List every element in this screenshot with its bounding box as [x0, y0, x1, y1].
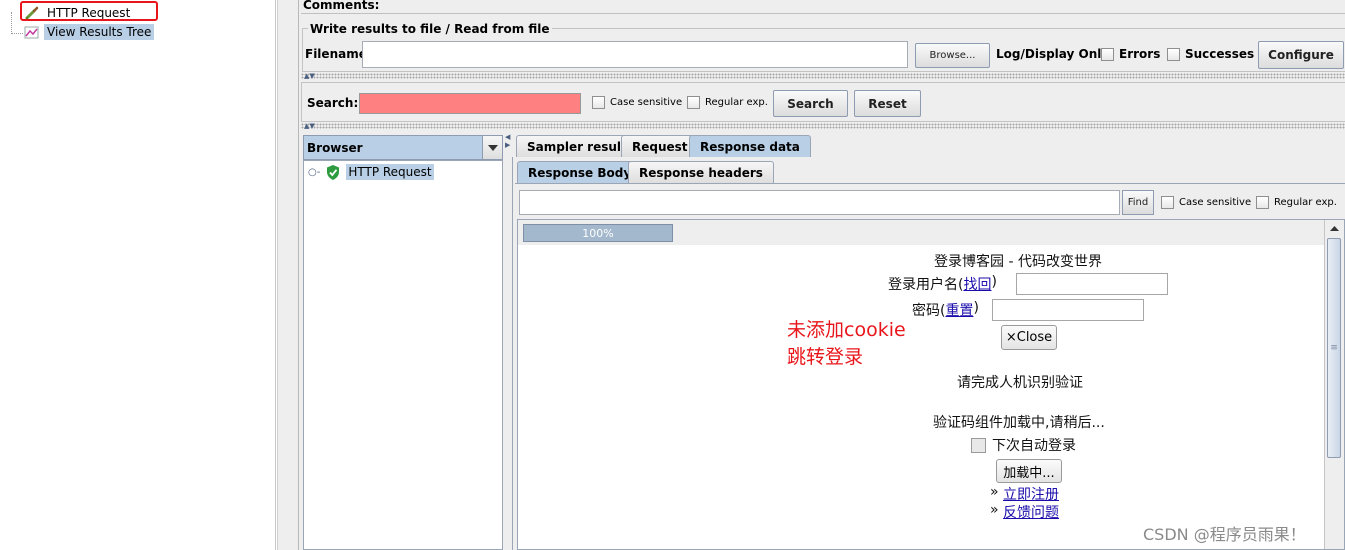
filename-label: Filename — [305, 47, 367, 61]
close-button[interactable]: ×Close — [1001, 325, 1057, 350]
search-input[interactable] — [359, 93, 581, 114]
case-sensitive-label: Case sensitive — [1179, 197, 1252, 208]
highlight-box — [20, 1, 158, 21]
checkbox-box[interactable] — [687, 96, 700, 109]
search-case-sensitive-checkbox[interactable]: Case sensitive — [592, 96, 682, 109]
chevron-down-icon[interactable] — [482, 136, 502, 159]
sample-item-http-request[interactable]: ○- HTTP Request — [308, 164, 434, 180]
sample-result-tree: ○- HTTP Request — [303, 160, 503, 550]
username-row: 登录用户名( 找回 ) — [888, 274, 997, 294]
filename-input[interactable] — [362, 41, 908, 68]
regex-label: Regular exp. — [1274, 197, 1337, 208]
checkbox-box[interactable] — [1167, 47, 1180, 61]
reset-button[interactable]: Reset — [854, 90, 921, 117]
scrollbar-thumb[interactable]: ≡ — [1327, 238, 1341, 458]
page-title: 登录博客园 - 代码改变世界 — [934, 254, 1102, 270]
tree-handle-icon[interactable]: ○- — [308, 167, 320, 178]
feedback-link[interactable]: 反馈问题 — [1003, 502, 1059, 522]
forgot-username-link[interactable]: 找回 — [963, 274, 991, 294]
search-label: Search: — [307, 96, 359, 110]
collapse-arrows-icon[interactable]: ▲▼ — [304, 73, 315, 80]
tab-response-body[interactable]: Response Body — [517, 161, 643, 183]
collapse-arrows-icon[interactable]: ▲▼ — [304, 123, 315, 130]
file-group-title: Write results to file / Read from file — [308, 22, 552, 36]
find-case-sensitive-checkbox[interactable]: Case sensitive — [1161, 196, 1251, 209]
test-plan-tree: HTTP Request View Results Tree — [0, 0, 276, 550]
watermark: CSDN @程序员雨果！ — [1143, 525, 1306, 544]
splitter-dots[interactable] — [301, 123, 1345, 129]
checkbox-box[interactable] — [1256, 196, 1269, 209]
annotation-note: 未添加cookie 跳转登录 — [787, 317, 906, 371]
tab-response-headers[interactable]: Response headers — [628, 161, 774, 183]
successes-label: Successes — [1185, 47, 1255, 61]
find-button[interactable]: Find — [1122, 190, 1154, 215]
chart-icon — [24, 24, 40, 40]
response-data-frame: Response Body Response headers Find Case… — [512, 157, 1345, 550]
register-link[interactable]: 立即注册 — [1003, 484, 1059, 504]
successes-checkbox[interactable]: Successes — [1167, 47, 1254, 61]
browser-dropdown-label: Browser — [307, 140, 363, 155]
checkbox-box[interactable] — [1161, 196, 1174, 209]
view-results-tree-panel: Comments: Write results to file / Read f… — [298, 0, 1345, 550]
split-pane-divider[interactable] — [277, 0, 298, 550]
progress-label: 100% — [582, 226, 614, 240]
username-input[interactable] — [1016, 273, 1168, 295]
vertical-scrollbar[interactable]: ≡ — [1324, 220, 1344, 549]
case-sensitive-label: Case sensitive — [610, 97, 683, 108]
comments-label: Comments: — [303, 0, 380, 12]
errors-checkbox[interactable]: Errors — [1101, 47, 1160, 61]
configure-button[interactable]: Configure — [1258, 41, 1344, 69]
splitter-dots[interactable] — [301, 73, 1345, 79]
vertical-splitter[interactable]: ◀ ▶ — [504, 133, 512, 550]
browse-button[interactable]: Browse... — [915, 43, 990, 68]
password-input[interactable] — [992, 299, 1144, 321]
feedback-row: » 反馈问题 — [990, 502, 1059, 522]
log-display-label: Log/Display Only: — [996, 47, 1114, 61]
captcha-prompt: 请完成人机识别验证 — [957, 375, 1083, 391]
response-viewer: 100% 登录博客园 - 代码改变世界 登录用户名( 找回 ) 密码( 重置 )… — [517, 219, 1345, 550]
errors-label: Errors — [1119, 47, 1161, 61]
checkbox-box[interactable] — [592, 96, 605, 109]
reset-password-link[interactable]: 重置 — [945, 300, 973, 320]
password-label-close: ) — [973, 300, 979, 316]
register-row: » 立即注册 — [990, 484, 1059, 504]
captcha-loading-text: 验证码组件加载中,请稍后... — [933, 415, 1105, 431]
remember-me-row[interactable]: 下次自动登录 — [971, 435, 1076, 455]
remember-me-label: 下次自动登录 — [992, 438, 1076, 454]
load-progress-bar: 100% — [523, 224, 673, 242]
tab-response-data[interactable]: Response data — [689, 135, 811, 157]
annotation-line-2: 跳转登录 — [787, 346, 864, 368]
password-label: 密码( — [912, 303, 946, 319]
username-label: 登录用户名( — [888, 277, 964, 293]
comments-separator — [301, 13, 1345, 14]
find-regex-checkbox[interactable]: Regular exp. — [1256, 196, 1337, 209]
sample-label: HTTP Request — [346, 164, 434, 180]
find-input[interactable] — [519, 190, 1120, 215]
scroll-up-icon[interactable] — [1325, 220, 1344, 236]
tab-request[interactable]: Request — [621, 135, 699, 157]
regex-label: Regular exp. — [705, 97, 768, 108]
search-regex-checkbox[interactable]: Regular exp. — [687, 96, 768, 109]
shield-check-icon — [326, 164, 340, 180]
tab-sampler-result[interactable]: Sampler result — [516, 135, 638, 157]
search-button[interactable]: Search — [773, 90, 848, 117]
remember-me-checkbox[interactable] — [971, 437, 986, 453]
register-prefix: » — [990, 484, 1004, 500]
tree-item-view-results-tree[interactable]: View Results Tree — [24, 22, 155, 41]
tree-item-label: View Results Tree — [44, 23, 155, 40]
browser-dropdown[interactable]: Browser — [303, 135, 503, 160]
subtab-strip-line — [515, 183, 1345, 184]
password-row: 密码( 重置 ) — [912, 300, 979, 320]
checkbox-box[interactable] — [1101, 47, 1114, 61]
username-label-close: ) — [991, 274, 997, 290]
feedback-prefix: » — [990, 502, 1004, 518]
annotation-line-1: 未添加cookie — [787, 319, 906, 341]
loading-button[interactable]: 加载中... — [996, 459, 1062, 483]
